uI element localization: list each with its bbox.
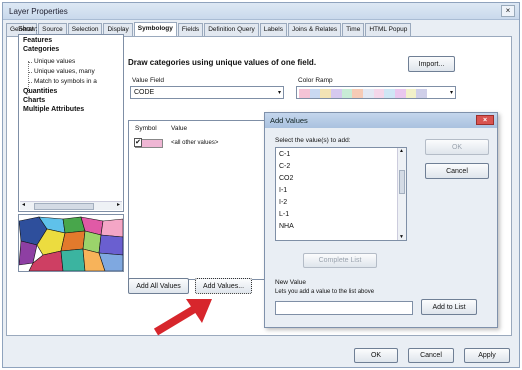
tab-joins-relates[interactable]: Joins & Relates <box>287 23 342 36</box>
dialog-close-icon[interactable]: × <box>476 115 494 125</box>
ramp-swatch <box>405 89 417 98</box>
add-values-button[interactable]: Add Values... <box>195 278 252 294</box>
all-other-values-label: <all other values> <box>171 140 219 146</box>
values-list-item[interactable]: I-1 <box>279 187 287 194</box>
color-ramp-swatches <box>299 89 428 98</box>
tree-item-charts[interactable]: Charts <box>23 97 45 104</box>
values-list-scrollbar[interactable]: ▲ ▼ <box>397 148 406 240</box>
color-ramp-select[interactable]: ▾ <box>296 86 456 99</box>
tree-item-quantities[interactable]: Quantities <box>23 88 57 95</box>
value-field-value: CODE <box>134 89 155 96</box>
apply-button[interactable]: Apply <box>464 348 510 363</box>
scroll-thumb[interactable] <box>34 203 94 210</box>
tab-definition-query[interactable]: Definition Query <box>204 23 259 36</box>
window-title: Layer Properties <box>9 7 68 16</box>
tree-item-categories[interactable]: Categories <box>23 46 59 53</box>
values-list-item[interactable]: CO2 <box>279 175 293 182</box>
ramp-swatch <box>384 89 396 98</box>
chevron-down-icon[interactable]: ▾ <box>450 89 453 96</box>
ramp-swatch <box>416 89 428 98</box>
tab-fields[interactable]: Fields <box>177 23 204 36</box>
add-to-list-button[interactable]: Add to List <box>421 299 477 315</box>
values-list[interactable]: ▲ ▼ C-1 C-2 CO2 I-1 I-2 L-1 NHA <box>275 147 407 241</box>
symbology-preview-map <box>18 214 124 272</box>
tab-symbology[interactable]: Symbology <box>133 22 177 36</box>
ramp-swatch <box>352 89 364 98</box>
tab-time[interactable]: Time <box>342 23 365 36</box>
tree-item-multiple-attributes[interactable]: Multiple Attributes <box>23 106 84 113</box>
dialog-cancel-button[interactable]: Cancel <box>425 163 489 179</box>
ramp-swatch <box>395 89 406 98</box>
scroll-left-icon[interactable]: ◂ <box>22 201 25 208</box>
tab-html-popup[interactable]: HTML Popup <box>365 23 412 36</box>
tree-connector <box>28 62 32 63</box>
tree-connector <box>28 82 32 83</box>
ramp-swatch <box>363 89 374 98</box>
show-tree: Features Categories Unique values Unique… <box>18 34 124 212</box>
scroll-right-icon[interactable]: ▸ <box>117 201 120 208</box>
tree-item-match-to-symbols[interactable]: Match to symbols in a <box>34 78 97 85</box>
new-value-hint: Lets you add a value to the list above <box>275 289 375 295</box>
title-bar: Layer Properties × <box>3 3 519 20</box>
import-button[interactable]: Import... <box>408 56 455 72</box>
tree-horizontal-scrollbar[interactable]: ◂ ▸ <box>20 201 122 210</box>
dialog-title: Add Values <box>270 116 308 125</box>
value-field-select[interactable]: CODE ▾ <box>130 86 284 99</box>
color-ramp-label: Color Ramp <box>298 77 333 84</box>
tree-connector <box>28 72 32 73</box>
tree-item-unique-values-many[interactable]: Unique values, many <box>34 68 95 75</box>
checkbox-icon[interactable]: ✔ <box>134 138 142 147</box>
scroll-down-icon[interactable]: ▼ <box>399 234 404 240</box>
dialog-ok-button[interactable]: OK <box>425 139 489 155</box>
ramp-swatch <box>341 89 353 98</box>
new-value-input[interactable] <box>275 301 413 315</box>
values-list-item[interactable]: I-2 <box>279 199 287 206</box>
ramp-swatch <box>309 89 321 98</box>
tree-item-unique-values[interactable]: Unique values <box>34 58 75 65</box>
scroll-up-icon[interactable]: ▲ <box>399 148 404 154</box>
values-list-item[interactable]: L-1 <box>279 211 289 218</box>
preview-map-image <box>18 216 124 272</box>
values-list-item[interactable]: C-1 <box>279 151 290 158</box>
tree-item-features[interactable]: Features <box>23 37 52 44</box>
ramp-swatch <box>331 89 342 98</box>
new-value-label: New Value <box>275 279 306 286</box>
values-list-item[interactable]: C-2 <box>279 163 290 170</box>
show-label: Show: <box>18 26 38 33</box>
value-field-label: Value Field <box>132 77 165 84</box>
add-values-dialog: Add Values × Select the value(s) to add:… <box>264 112 498 328</box>
dialog-title-bar: Add Values × <box>265 113 497 128</box>
cancel-button[interactable]: Cancel <box>408 348 454 363</box>
value-column-header: Value <box>171 125 188 132</box>
symbol-column-header: Symbol <box>135 125 157 132</box>
scroll-thumb[interactable] <box>399 170 405 194</box>
ramp-swatch <box>299 89 310 98</box>
close-icon[interactable]: × <box>501 5 515 17</box>
ramp-swatch <box>373 89 385 98</box>
select-values-label: Select the value(s) to add: <box>275 137 351 144</box>
draw-categories-heading: Draw categories using unique values of o… <box>128 58 317 67</box>
ok-button[interactable]: OK <box>354 348 398 363</box>
tab-labels[interactable]: Labels <box>259 23 287 36</box>
complete-list-button[interactable]: Complete List <box>303 253 377 268</box>
ramp-swatch <box>320 89 332 98</box>
red-arrow-icon <box>153 299 212 336</box>
add-all-values-button[interactable]: Add All Values <box>128 278 189 294</box>
chevron-down-icon[interactable]: ▾ <box>278 89 281 96</box>
values-list-item[interactable]: NHA <box>279 223 294 230</box>
